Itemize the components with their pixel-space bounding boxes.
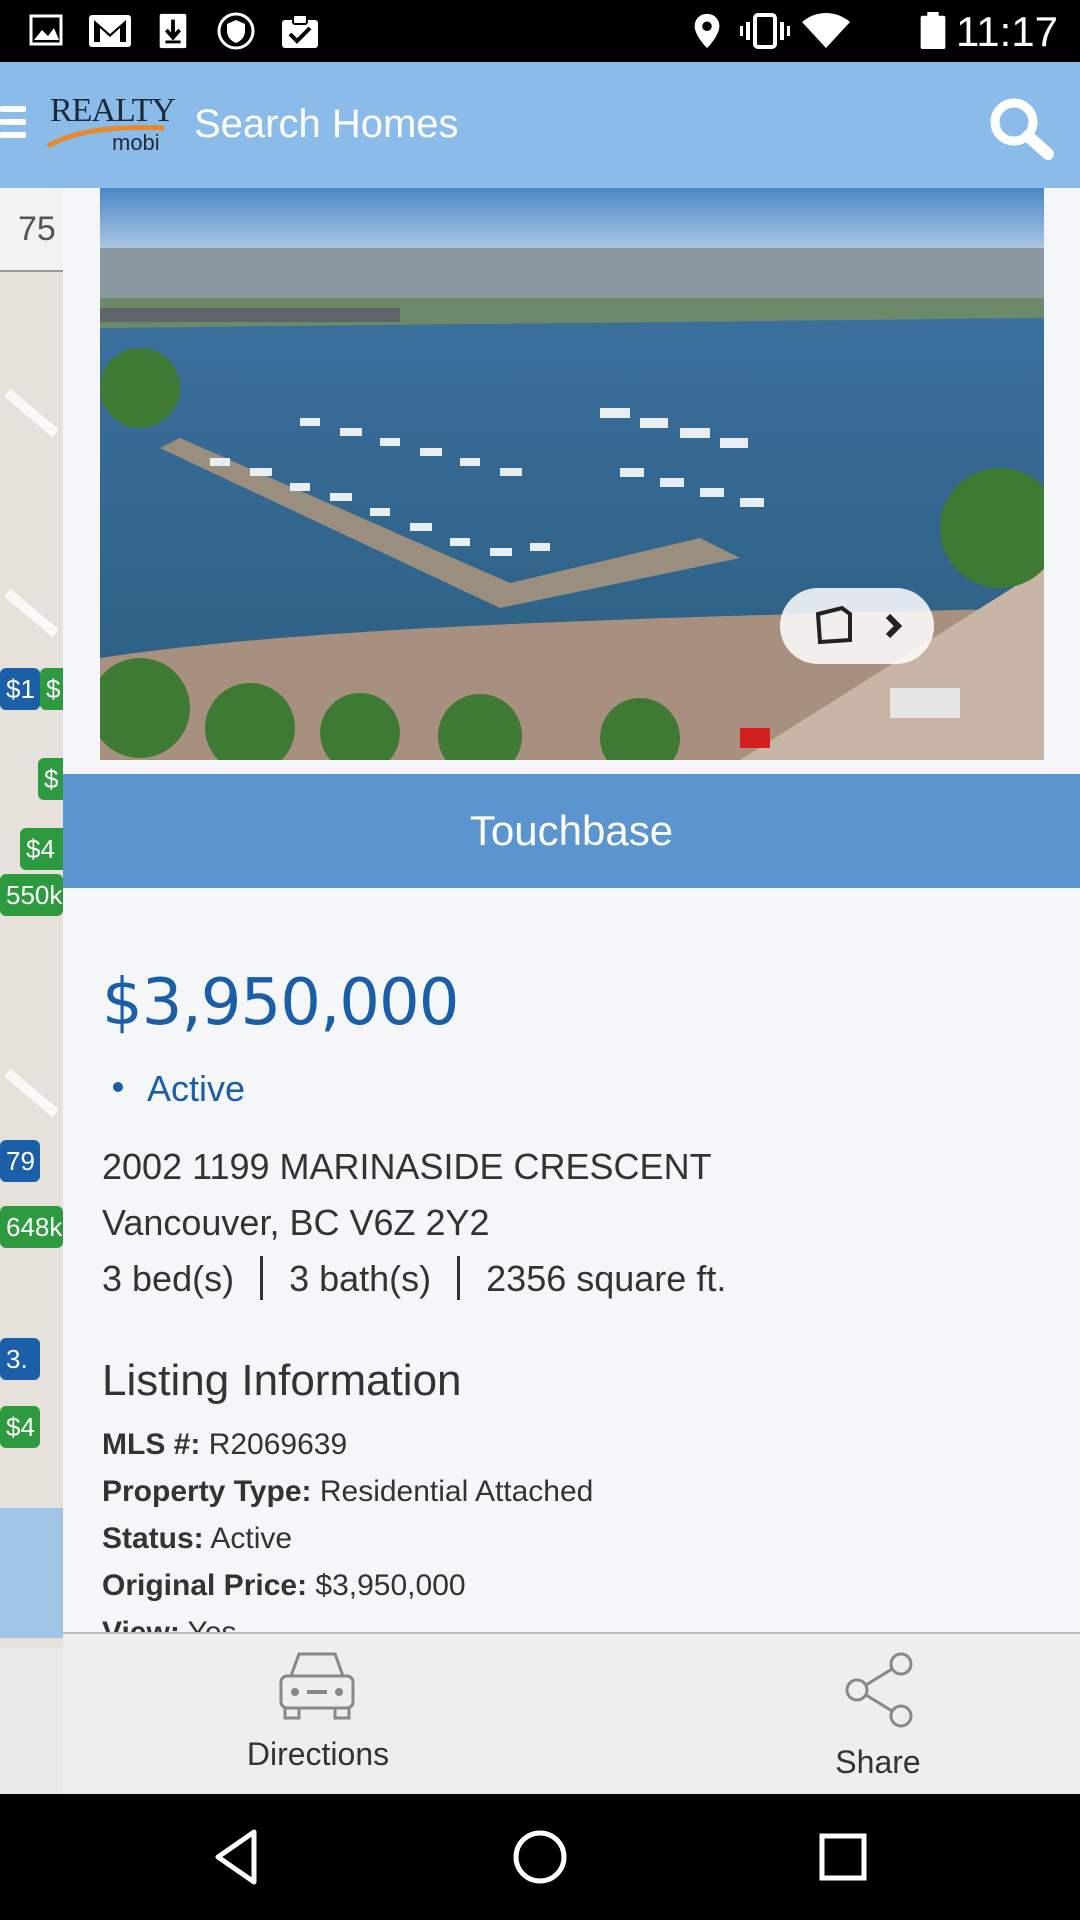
map-pin[interactable]: 648k — [0, 1206, 63, 1248]
map-pin[interactable]: 3. — [0, 1338, 40, 1380]
address-line-2: Vancouver, BC V6Z 2Y2 — [102, 1202, 490, 1243]
vibrate-icon — [740, 13, 790, 49]
menu-icon[interactable] — [0, 106, 26, 146]
share-icon — [845, 1652, 913, 1728]
back-icon[interactable] — [206, 1824, 272, 1890]
map-pin[interactable]: 550k — [0, 874, 63, 916]
map-pin[interactable]: $4 — [20, 828, 63, 870]
map-background[interactable]: 75 $1 $ $ $4 550k 79 648k 3. $4 — [0, 188, 63, 1794]
download-icon — [159, 13, 187, 49]
listing-price: $3,950,000 — [102, 966, 459, 1040]
car-icon — [279, 1652, 355, 1720]
brokerage-banner: Touchbase — [63, 774, 1080, 888]
directions-button[interactable]: Directions — [203, 1634, 433, 1796]
navigation-bar — [0, 1794, 1080, 1920]
search-icon[interactable] — [986, 94, 1056, 160]
baths: 3 bath(s) — [289, 1258, 432, 1299]
gmail-icon — [89, 15, 131, 47]
section-title: Listing Information — [102, 1356, 462, 1405]
action-bar: Directions Share — [63, 1632, 1080, 1794]
wifi-icon — [802, 13, 850, 48]
listing-photo[interactable] — [100, 188, 1044, 760]
directions-label: Directions — [246, 1736, 390, 1772]
area: 2356 square ft. — [486, 1258, 727, 1299]
share-button[interactable]: Share — [763, 1634, 993, 1796]
address-line-1: 2002 1199 MARINASIDE CRESCENT — [102, 1146, 712, 1187]
location-icon — [694, 13, 720, 49]
photo-gallery-button[interactable] — [780, 588, 934, 664]
app-bar: REALTY mobi Search Homes — [0, 62, 1080, 188]
info-row-status: Status: Active — [102, 1522, 293, 1555]
info-row-original-price: Original Price: $3,950,000 — [102, 1569, 466, 1602]
map-pin[interactable]: $ — [38, 758, 63, 800]
recents-icon[interactable] — [810, 1824, 876, 1890]
info-row-view: View: Yes — [102, 1616, 237, 1633]
clipboard-check-icon — [282, 14, 318, 48]
listing-card: Touchbase $3,950,000 Active 2002 1199 MA… — [63, 188, 1080, 1633]
photo-gallery-icon — [815, 605, 903, 645]
info-row-property-type: Property Type: Residential Attached — [102, 1475, 594, 1508]
map-water — [0, 1508, 63, 1638]
share-label: Share — [835, 1744, 921, 1780]
logo-sub: mobi — [112, 130, 160, 155]
image-icon — [29, 14, 63, 46]
app-title[interactable]: Search Homes — [194, 102, 459, 147]
realty-mobi-logo: REALTY mobi — [46, 92, 176, 162]
info-row-mls: MLS #: R2069639 — [102, 1428, 348, 1461]
shield-icon — [217, 12, 255, 50]
listing-specs: 3 bed(s) 3 bath(s) 2356 square ft. — [102, 1256, 727, 1303]
map-bottom — [0, 1648, 63, 1794]
clock: 11:17 — [956, 8, 1058, 55]
listing-status: Active — [113, 1068, 245, 1110]
battery-icon — [920, 12, 946, 50]
map-search-box[interactable]: 75 — [0, 188, 63, 272]
status-bar: 11:17 — [0, 0, 1080, 62]
map-pin[interactable]: 79 — [0, 1140, 40, 1182]
map-pin[interactable]: $4 — [0, 1406, 40, 1448]
map-pin[interactable]: $1 — [0, 668, 40, 710]
home-icon[interactable] — [507, 1824, 573, 1890]
beds: 3 bed(s) — [102, 1258, 235, 1299]
map-pin[interactable]: $ — [40, 668, 63, 710]
